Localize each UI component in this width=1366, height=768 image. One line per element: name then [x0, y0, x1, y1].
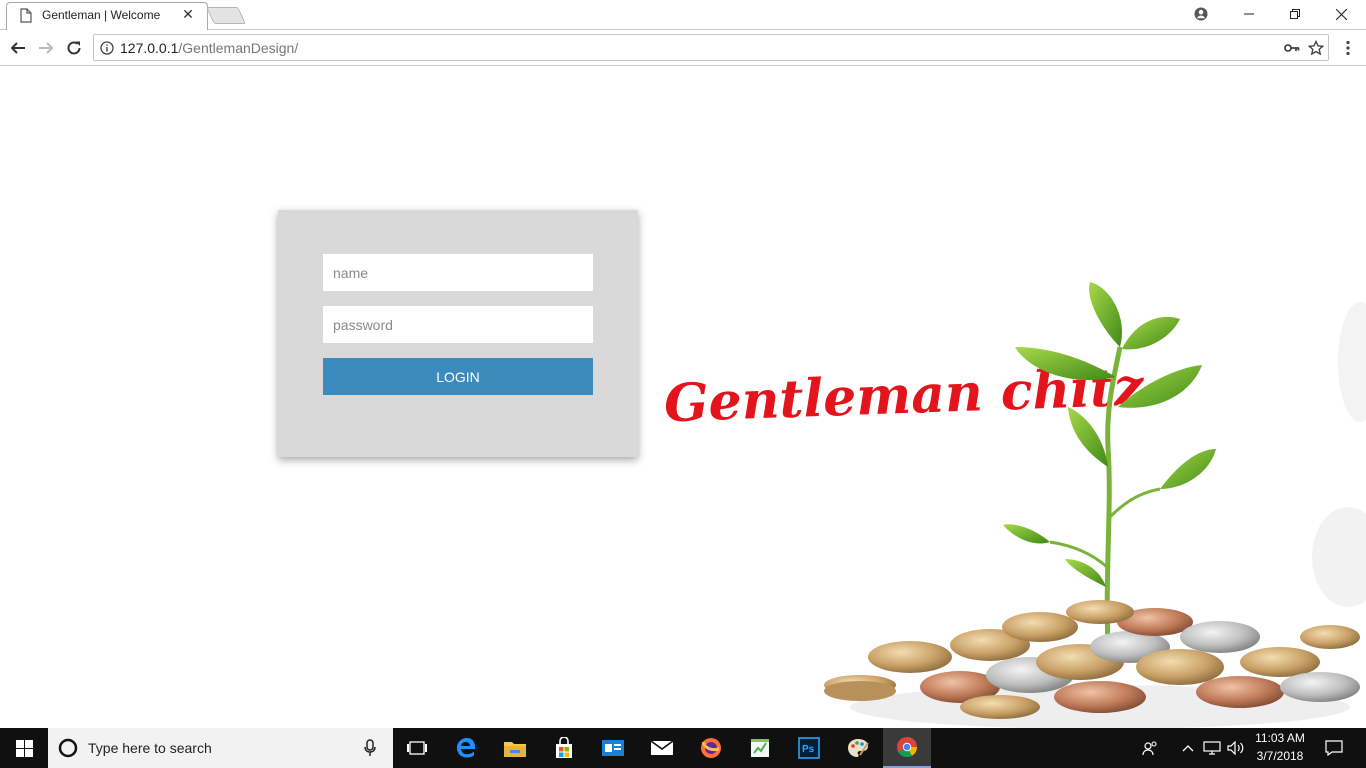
network-icon[interactable] — [1200, 728, 1224, 768]
close-window-icon[interactable] — [1318, 0, 1364, 28]
volume-icon[interactable] — [1224, 728, 1248, 768]
restore-icon[interactable] — [1272, 0, 1318, 28]
page-content: LOGIN Gentleman chitz — [0, 67, 1366, 728]
mail-icon[interactable] — [638, 728, 686, 768]
windows-start-icon[interactable] — [0, 728, 48, 768]
edge-browser-icon[interactable] — [442, 728, 490, 768]
file-explorer-icon[interactable] — [491, 728, 539, 768]
name-input[interactable] — [323, 254, 593, 291]
profile-icon[interactable] — [1178, 0, 1224, 28]
browser-tab-strip: Gentleman | Welcome ✕ — [0, 0, 1366, 30]
chevron-up-icon[interactable] — [1176, 728, 1200, 768]
store-icon[interactable] — [540, 728, 588, 768]
info-icon[interactable] — [100, 41, 114, 60]
taskbar-search-box[interactable]: Type here to search — [48, 728, 393, 768]
chrome-icon[interactable] — [883, 728, 931, 768]
photoshop-icon[interactable]: Ps — [785, 728, 833, 768]
sprout-coins-illustration — [824, 282, 1366, 728]
login-button[interactable]: LOGIN — [323, 358, 593, 395]
clock-time[interactable]: 11:03 AM — [1250, 731, 1310, 745]
tab-close-icon[interactable]: ✕ — [181, 7, 195, 21]
key-icon[interactable] — [1284, 41, 1300, 60]
menu-dots-icon[interactable] — [1336, 36, 1360, 60]
page-icon — [20, 7, 32, 23]
back-arrow-icon[interactable] — [6, 36, 30, 60]
cortana-icon — [58, 738, 78, 763]
firefox-icon[interactable] — [687, 728, 735, 768]
people-icon[interactable] — [1130, 728, 1170, 768]
clock-date[interactable]: 3/7/2018 — [1250, 749, 1310, 763]
svg-text:Ps: Ps — [802, 744, 815, 755]
windows-taskbar: Type here to search Ps 11:03 AM 3/7/2018 — [0, 728, 1366, 768]
address-bar[interactable]: 127.0.0.1/GentlemanDesign/ — [93, 34, 1329, 61]
new-tab-button[interactable] — [206, 7, 246, 24]
spreadsheet-app-icon[interactable] — [736, 728, 784, 768]
login-form: LOGIN — [278, 210, 638, 457]
tab-content: Gentleman | Welcome — [16, 2, 206, 28]
task-view-icon[interactable] — [393, 728, 441, 768]
url-text: 127.0.0.1/GentlemanDesign/ — [120, 40, 299, 56]
tab-title: Gentleman | Welcome — [42, 8, 161, 22]
paint-icon[interactable] — [834, 728, 882, 768]
microphone-icon[interactable] — [364, 739, 376, 762]
bookmark-star-icon[interactable] — [1307, 39, 1325, 61]
notifications-icon[interactable] — [1318, 728, 1350, 768]
outlook-icon[interactable] — [589, 728, 637, 768]
minimize-icon[interactable] — [1226, 0, 1272, 28]
reload-icon[interactable] — [62, 36, 86, 60]
password-input[interactable] — [323, 306, 593, 343]
browser-toolbar: 127.0.0.1/GentlemanDesign/ — [0, 30, 1366, 66]
search-placeholder: Type here to search — [88, 740, 212, 756]
forward-arrow-icon[interactable] — [34, 36, 58, 60]
